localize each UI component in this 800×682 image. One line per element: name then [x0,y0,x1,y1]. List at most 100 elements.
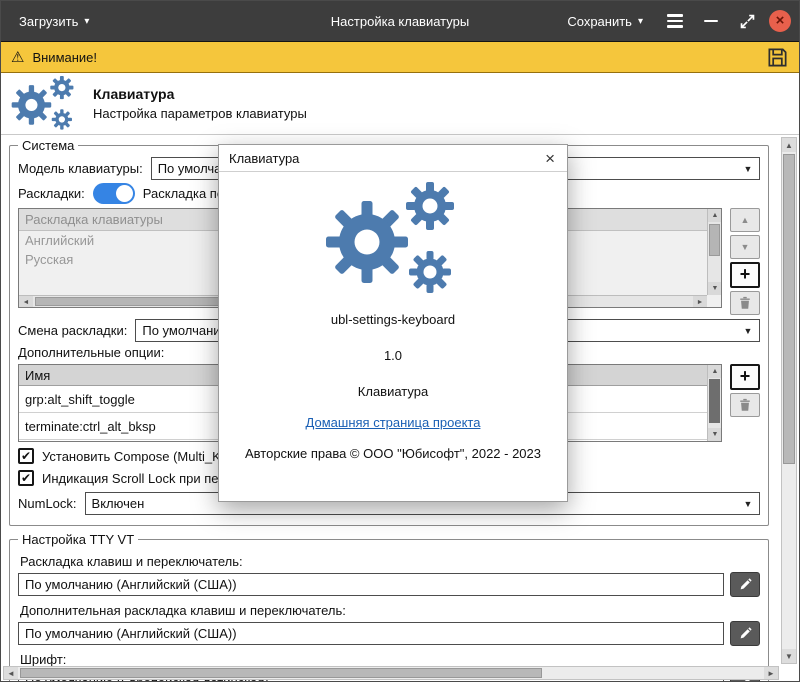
load-button[interactable]: Загрузить ▾ [9,8,99,35]
app-id-text: ubl-settings-keyboard [331,312,455,327]
scroll-down-icon[interactable]: ▼ [782,649,796,663]
caret-down-icon: ▾ [84,16,89,27]
scrollbar-track[interactable] [18,667,764,679]
scroll-down-icon[interactable]: ▼ [708,282,722,295]
trash-icon [738,296,752,310]
tty-section: Настройка TTY VT Раскладка клавиш и пере… [9,532,769,682]
tty-extra-layout-label: Дополнительная раскладка клавиш и перекл… [20,603,758,618]
keyboard-settings-gears-icon [11,76,77,132]
page-subtitle: Настройка параметров клавиатуры [93,106,307,121]
dropdown-arrow-icon: ▼ [737,164,759,174]
default-layout-toggle-label: Раскладка по [143,186,224,201]
scroll-down-icon[interactable]: ▼ [708,428,722,441]
about-dialog-body: ubl-settings-keyboard 1.0 Клавиатура Дом… [219,172,567,501]
layout-switch-label: Смена раскладки: [18,323,127,338]
warning-icon: ⚠ [11,50,24,65]
close-button[interactable]: × [769,10,791,32]
maximize-button[interactable] [733,7,761,35]
tty-section-legend: Настройка TTY VT [18,532,138,547]
project-homepage-link[interactable]: Домашняя страница проекта [306,415,481,430]
default-layout-toggle[interactable] [93,183,135,204]
scrollbar-thumb[interactable] [709,224,720,256]
compose-checkbox-label: Установить Compose (Multi_K [42,449,221,464]
scrollbar-track[interactable] [708,378,721,428]
save-file-button[interactable] [766,46,789,69]
page-title: Клавиатура [93,86,307,102]
scrollbar-thumb[interactable] [709,379,720,423]
save-button-label: Сохранить [567,14,632,29]
page-header: Клавиатура Настройка параметров клавиату… [1,73,799,135]
tty-font-label: Шрифт: [20,652,758,667]
scrollbar-thumb[interactable] [783,154,795,464]
tty-layout-input[interactable]: По умолчанию (Английский (США)) [18,573,724,596]
minimize-icon [704,20,718,23]
check-icon: ✔ [21,450,31,462]
scroll-right-icon[interactable]: ► [693,296,707,308]
edit-tty-layout-button[interactable] [730,572,760,597]
pencil-icon [739,627,752,640]
warning-text: Внимание! [32,50,97,65]
window-vertical-scrollbar[interactable]: ▲ ▼ [781,137,797,664]
scroll-up-icon[interactable]: ▲ [708,365,722,378]
system-section-legend: Система [18,138,78,153]
warning-bar: ⚠ Внимание! [1,41,799,73]
app-version-text: 1.0 [384,348,402,363]
about-dialog-titlebar: Клавиатура × [219,145,567,172]
tty-layout-label: Раскладка клавиш и переключатель: [20,554,758,569]
tty-extra-layout-value: По умолчанию (Английский (США)) [25,626,237,641]
app-window: Загрузить ▾ Настройка клавиатуры Сохрани… [0,0,800,682]
expand-icon [739,13,756,30]
scrollbar-track[interactable] [782,152,796,649]
add-option-button[interactable]: + [730,364,760,390]
caret-down-icon: ▾ [638,16,643,27]
check-icon: ✔ [21,472,31,484]
save-button[interactable]: Сохранить ▾ [557,8,653,35]
scroll-right-icon[interactable]: ► [764,667,778,679]
scroll-left-icon[interactable]: ◄ [19,296,33,308]
move-layout-down-button[interactable]: ▼ [730,235,760,259]
titlebar-actions: Сохранить ▾ × [557,7,791,35]
delete-layout-button[interactable] [730,291,760,315]
menu-button[interactable] [661,7,689,35]
scrolllock-checkbox[interactable]: ✔ [18,470,34,486]
pencil-icon [739,578,752,591]
keyboard-model-label: Модель клавиатуры: [18,161,143,176]
window-horizontal-scrollbar[interactable]: ◄ ► [3,666,779,680]
compose-checkbox[interactable]: ✔ [18,448,34,464]
app-gears-icon [325,182,461,298]
scrollbar-track[interactable] [708,222,721,282]
scroll-up-icon[interactable]: ▲ [782,138,796,152]
add-layout-button[interactable]: + [730,262,760,288]
arrow-down-icon: ▼ [741,242,750,252]
titlebar: Загрузить ▾ Настройка клавиатуры Сохрани… [1,1,799,41]
copyright-text: Авторские права © ООО "Юбисофт", 2022 - … [245,446,541,461]
dropdown-arrow-icon: ▼ [737,499,759,509]
toggle-knob [116,185,133,202]
layout-list-buttons: ▲ ▼ + [730,208,760,315]
dropdown-arrow-icon: ▼ [737,326,759,336]
trash-icon [738,398,752,412]
app-description-text: Клавиатура [358,384,428,399]
scroll-up-icon[interactable]: ▲ [708,209,722,222]
scroll-left-icon[interactable]: ◄ [4,667,18,679]
plus-icon: + [740,367,751,385]
table-vertical-scrollbar[interactable]: ▲ ▼ [707,365,721,441]
floppy-disk-icon [766,46,789,69]
move-layout-up-button[interactable]: ▲ [730,208,760,232]
delete-option-button[interactable] [730,393,760,417]
about-dialog-title: Клавиатура [229,151,299,166]
plus-icon: + [740,265,751,283]
scrollbar-thumb[interactable] [20,668,542,678]
dialog-close-button[interactable]: × [543,150,557,167]
hamburger-menu-icon [667,14,683,28]
tty-extra-layout-input[interactable]: По умолчанию (Английский (США)) [18,622,724,645]
load-button-label: Загрузить [19,14,78,29]
numlock-label: NumLock: [18,496,77,511]
scrolllock-checkbox-label: Индикация Scroll Lock при пер [42,471,226,486]
additional-options-label: Дополнительные опции: [18,345,164,360]
options-table-buttons: + [730,364,760,417]
minimize-button[interactable] [697,7,725,35]
edit-tty-extra-layout-button[interactable] [730,621,760,646]
tty-layout-value: По умолчанию (Английский (США)) [25,577,237,592]
list-vertical-scrollbar[interactable]: ▲ ▼ [707,209,721,295]
